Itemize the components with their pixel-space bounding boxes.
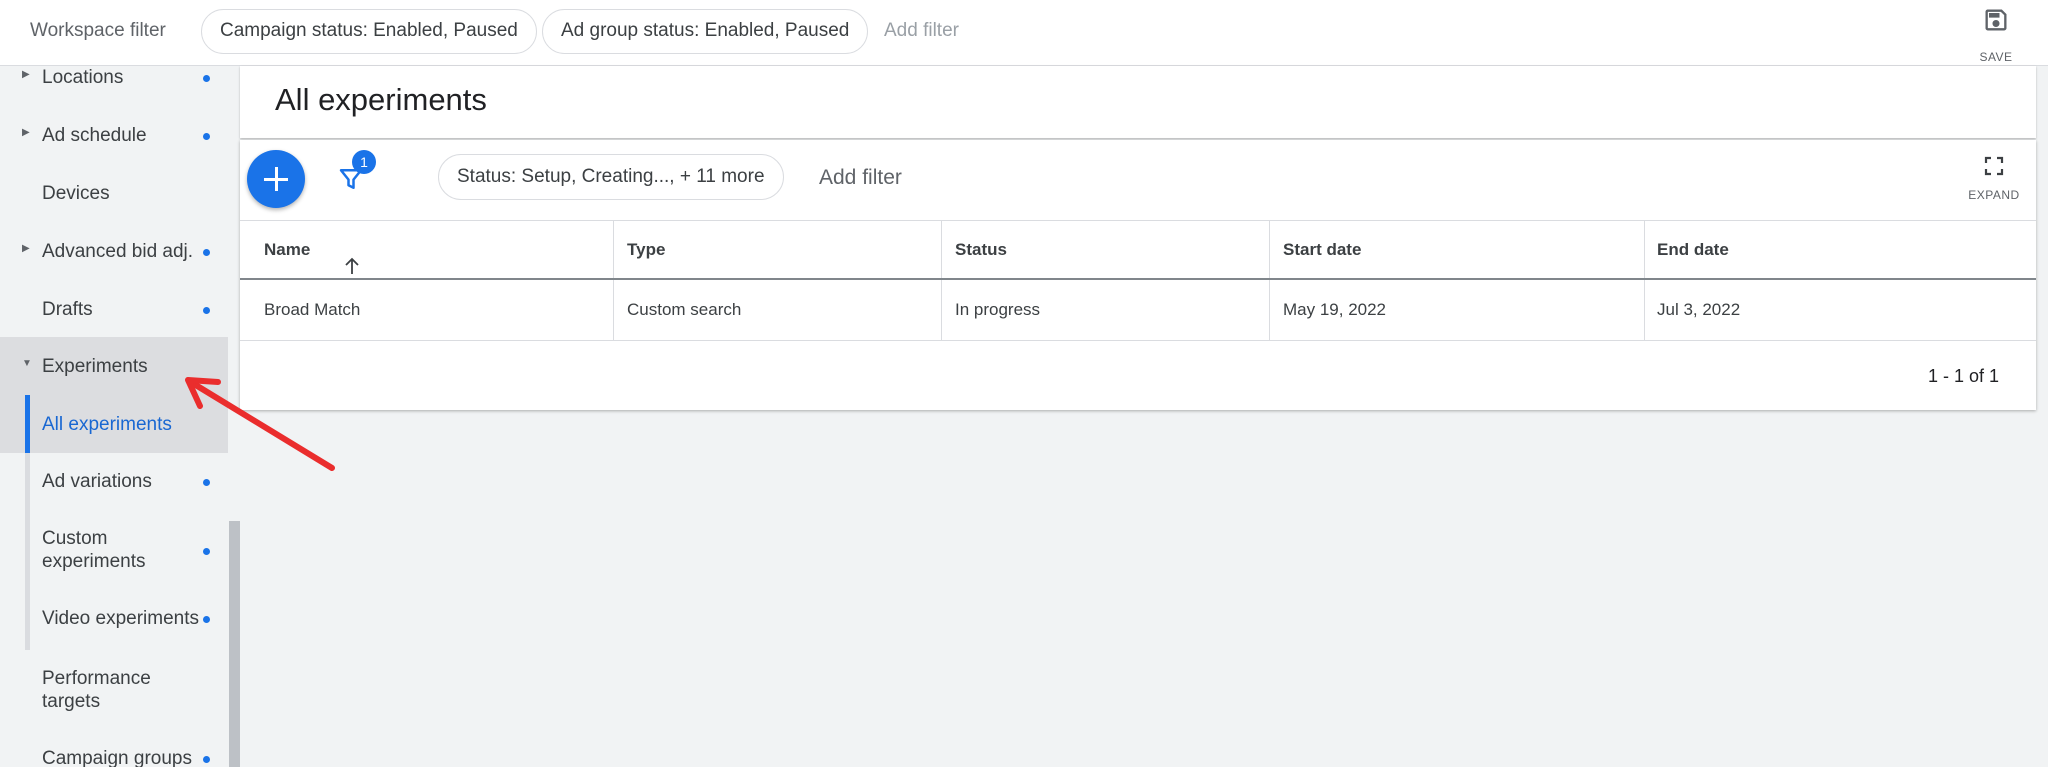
ad-group-status-filter-chip[interactable]: Ad group status: Enabled, Paused <box>542 9 869 54</box>
sidebar-item-label: Drafts <box>42 299 93 320</box>
annotation-arrow-icon <box>185 377 335 471</box>
sidebar-item-label: Advanced bid adj. <box>42 241 194 262</box>
active-indicator <box>25 395 30 453</box>
fullscreen-icon <box>1982 154 2006 183</box>
column-divider <box>1644 221 1645 278</box>
caret-right-icon: ▶ <box>22 127 30 138</box>
campaign-status-filter-chip[interactable]: Campaign status: Enabled, Paused <box>201 9 537 54</box>
experiments-table-card: 1 Status: Setup, Creating..., + 11 more … <box>240 140 2036 410</box>
sidebar-item-custom-experiments[interactable]: Custom experiments <box>0 511 228 591</box>
experiment-name-link[interactable]: Broad Match <box>264 280 360 340</box>
sidebar-item-label: Custom experiments <box>42 528 146 572</box>
sidebar-item-label: Ad variations <box>42 471 152 492</box>
status-dot-icon <box>203 133 210 140</box>
column-divider <box>613 221 614 278</box>
filter-count-badge: 1 <box>352 150 376 174</box>
sidebar-item-label: Performance targets <box>42 668 151 712</box>
save-icon <box>1982 6 2010 39</box>
column-header-type[interactable]: Type <box>627 221 665 278</box>
column-divider <box>1644 280 1645 340</box>
experiment-start-date: May 19, 2022 <box>1283 300 1387 319</box>
sidebar-item-label: Ad schedule <box>42 125 147 146</box>
column-header-label: Name <box>264 240 311 259</box>
sidebar-item-ad-schedule[interactable]: ▶ Ad schedule <box>0 109 228 167</box>
sidebar-item-advanced-bid-adj[interactable]: ▶ Advanced bid adj. <box>0 225 228 283</box>
save-button[interactable]: SAVE <box>1974 4 2018 64</box>
column-header-start-date[interactable]: Start date <box>1283 221 1361 278</box>
save-label: SAVE <box>1979 50 2013 64</box>
sidebar-item-devices[interactable]: Devices <box>0 167 228 225</box>
workspace-filter-label: Workspace filter <box>30 20 166 41</box>
caret-down-icon: ▼ <box>22 358 32 369</box>
experiment-end-date: Jul 3, 2022 <box>1657 300 1741 319</box>
caret-right-icon: ▶ <box>22 69 30 80</box>
add-filter-button[interactable]: Add filter <box>819 166 902 190</box>
experiment-type: Custom search <box>627 300 742 319</box>
column-divider <box>1269 280 1270 340</box>
sidebar-item-video-experiments[interactable]: Video experiments <box>0 591 228 649</box>
plus-icon-vertical <box>275 167 278 191</box>
sidebar-item-label: Devices <box>42 183 110 204</box>
status-dot-icon <box>203 548 210 555</box>
sidebar-item-drafts[interactable]: Drafts <box>0 283 228 341</box>
column-divider <box>613 280 614 340</box>
column-header-status[interactable]: Status <box>955 221 1007 278</box>
page-title: All experiments <box>275 82 487 117</box>
experiment-status: In progress <box>955 300 1041 319</box>
pagination-summary: 1 - 1 of 1 <box>1928 366 2000 386</box>
add-experiment-button[interactable] <box>247 150 305 208</box>
table-row: Broad Match Custom search In progress Ma… <box>240 280 2036 341</box>
expand-button[interactable]: EXPAND <box>1964 154 2024 206</box>
column-divider <box>1269 221 1270 278</box>
sidebar-item-label: Campaign groups <box>42 748 192 767</box>
column-divider <box>941 280 942 340</box>
sidebar-item-label: Locations <box>42 67 124 88</box>
sidebar-item-label: Experiments <box>42 356 148 377</box>
status-dot-icon <box>203 249 210 256</box>
status-dot-icon <box>203 75 210 82</box>
column-divider <box>941 221 942 278</box>
sidebar-item-performance-targets[interactable]: Performance targets <box>0 649 228 729</box>
sidebar-item-label: Video experiments <box>42 608 200 629</box>
status-dot-icon <box>203 616 210 623</box>
status-dot-icon <box>203 307 210 314</box>
sidebar-item-locations[interactable]: ▶ Locations <box>0 66 228 109</box>
page-header: All experiments <box>240 66 2036 138</box>
sidebar-scrollbar[interactable] <box>229 521 240 767</box>
status-filter-chip[interactable]: Status: Setup, Creating..., + 11 more <box>438 154 784 200</box>
workspace-filter-bar: Workspace filter Campaign status: Enable… <box>0 0 2048 66</box>
sidebar-item-label: All experiments <box>42 414 172 435</box>
expand-label: EXPAND <box>1968 188 2020 202</box>
caret-right-icon: ▶ <box>22 243 30 254</box>
workspace-add-filter-button[interactable]: Add filter <box>884 20 959 42</box>
column-header-end-date[interactable]: End date <box>1657 221 1729 278</box>
column-header-name[interactable]: Name <box>264 221 359 278</box>
table-header: Name Type Status Start date End date <box>240 220 2036 280</box>
status-dot-icon <box>203 756 210 763</box>
sidebar-item-campaign-groups[interactable]: Campaign groups <box>0 729 228 767</box>
